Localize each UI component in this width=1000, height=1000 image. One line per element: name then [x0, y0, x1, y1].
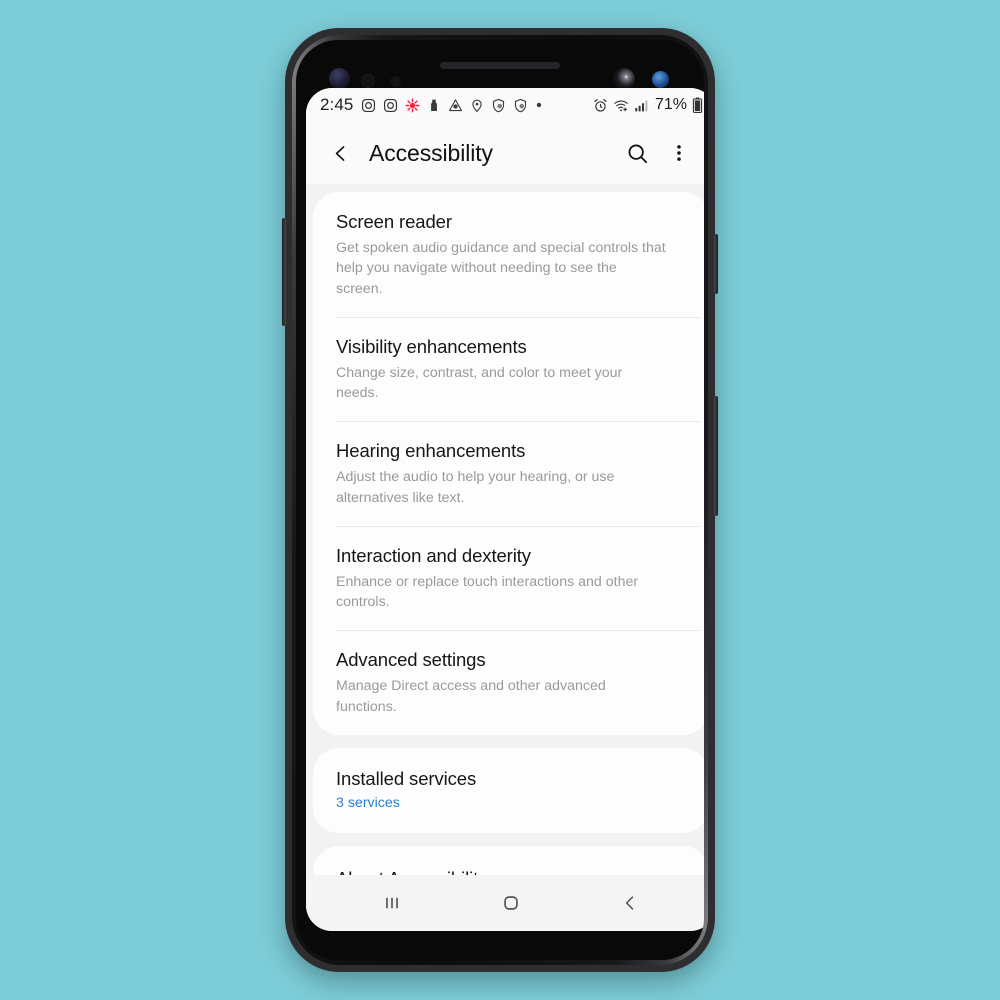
app-viewport: 2:45 71% Accessibility Screen reader Get… — [306, 88, 704, 931]
back-button[interactable] — [323, 136, 357, 170]
iris-sensor-icon — [390, 76, 401, 87]
main-settings-card: Screen reader Get spoken audio guidance … — [313, 192, 704, 735]
battery-percent: 71% — [654, 96, 687, 113]
row-description: Get spoken audio guidance and special co… — [336, 240, 666, 297]
row-title: Installed services — [336, 767, 477, 789]
tower-icon — [427, 98, 441, 113]
app-bar: Accessibility — [306, 122, 704, 184]
status-bar: 2:45 71% — [306, 88, 704, 122]
proximity-sensor-icon — [329, 68, 350, 89]
triangle-drive-icon — [448, 98, 463, 113]
iris-led-icon — [652, 71, 669, 88]
row-title: Interaction and dexterity — [336, 544, 531, 566]
settings-row-advanced-settings[interactable]: Advanced settings Manage Direct access a… — [313, 630, 704, 735]
settings-row-visibility-enhancements[interactable]: Visibility enhancements Change size, con… — [313, 316, 704, 422]
volume-button[interactable] — [282, 218, 286, 326]
settings-scroll-container[interactable]: Screen reader Get spoken audio guidance … — [306, 184, 704, 875]
battery-icon — [692, 97, 703, 113]
instagram-icon — [383, 98, 398, 113]
red-asterisk-icon — [405, 98, 420, 113]
about-accessibility-card: About Accessibility — [313, 845, 704, 875]
wifi-calling-icon — [613, 98, 629, 113]
page-title: Accessibility — [369, 139, 493, 166]
row-title: Visibility enhancements — [336, 335, 527, 357]
front-camera-icon — [613, 68, 635, 90]
status-bar-left: 2:45 — [320, 95, 593, 115]
navigation-bar — [306, 875, 704, 931]
bixby-button[interactable] — [714, 234, 718, 294]
back-icon[interactable] — [604, 881, 656, 925]
row-description: Adjust the audio to help your hearing, o… — [336, 469, 615, 506]
recents-icon[interactable] — [366, 881, 418, 925]
phone-device: 2:45 71% Accessibility Screen reader Get… — [282, 28, 718, 972]
settings-row-hearing-enhancements[interactable]: Hearing enhancements Adjust the audio to… — [313, 421, 704, 526]
row-description: Manage Direct access and other advanced … — [336, 678, 606, 715]
row-title: Screen reader — [336, 211, 452, 232]
row-title: Hearing enhancements — [336, 440, 526, 462]
instagram-icon — [361, 98, 376, 113]
status-bar-right: 71% — [593, 96, 703, 114]
location-pin-icon — [470, 98, 484, 113]
light-sensor-icon — [361, 74, 375, 88]
row-title: About Accessibility — [336, 868, 686, 875]
row-description: Enhance or replace touch interactions an… — [336, 573, 639, 610]
home-icon[interactable] — [485, 881, 537, 925]
settings-row-interaction-and-dexterity[interactable]: Interaction and dexterity Enhance or rep… — [313, 525, 704, 631]
shield-clock-icon — [513, 98, 528, 113]
shield-clock-icon — [491, 98, 506, 113]
status-clock: 2:45 — [320, 95, 354, 114]
earpiece-speaker-icon — [440, 62, 560, 69]
settings-row-installed-services[interactable]: Installed services 3 services — [313, 748, 704, 833]
dot-icon — [535, 101, 543, 109]
phone-screen: 2:45 71% Accessibility Screen reader Get… — [296, 40, 704, 960]
settings-row-about-accessibility[interactable]: About Accessibility — [313, 846, 704, 875]
signal-bars-icon — [634, 98, 649, 113]
power-button[interactable] — [714, 396, 718, 516]
alarm-clock-icon — [593, 98, 608, 113]
search-icon[interactable] — [619, 135, 655, 171]
settings-row-screen-reader[interactable]: Screen reader Get spoken audio guidance … — [313, 192, 704, 317]
row-description: Change size, contrast, and color to meet… — [336, 364, 623, 401]
installed-services-card: Installed services 3 services — [313, 747, 704, 833]
services-count-label: 3 services — [336, 794, 400, 811]
row-title: Advanced settings — [336, 649, 486, 671]
overflow-menu-icon[interactable] — [661, 135, 697, 171]
